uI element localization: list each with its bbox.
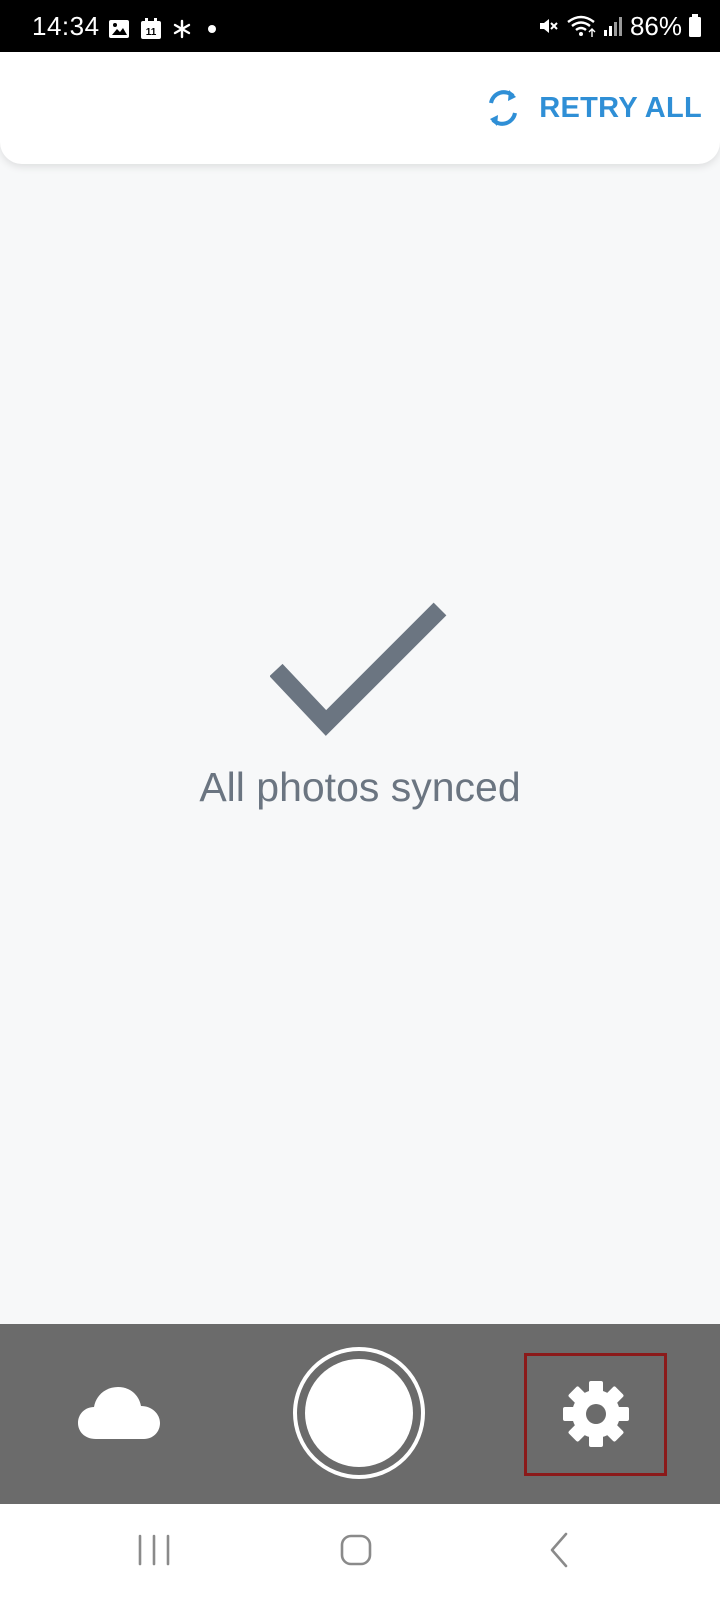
- recents-icon[interactable]: [134, 1530, 174, 1570]
- asterisk-icon: [173, 19, 191, 39]
- battery-icon: [689, 14, 701, 37]
- shutter-button[interactable]: [293, 1347, 425, 1479]
- calendar-icon: 11: [141, 18, 161, 39]
- mute-icon: [539, 19, 558, 33]
- retry-all-label: RETRY ALL: [539, 91, 702, 124]
- gallery-icon: [109, 20, 129, 38]
- cloud-button[interactable]: [78, 1381, 160, 1443]
- dot-icon: [208, 25, 216, 33]
- sync-icon: [489, 90, 518, 126]
- all-synced-message: All photos synced: [199, 764, 521, 810]
- wifi-icon: [567, 15, 596, 37]
- battery-percentage: 86%: [629, 11, 682, 41]
- status-bar: 14:34 11 86%: [0, 0, 720, 52]
- back-icon[interactable]: [540, 1530, 580, 1570]
- cloud-icon: [78, 1387, 160, 1439]
- top-app-bar: RETRY ALL: [0, 52, 720, 164]
- shutter-inner-circle: [305, 1359, 413, 1467]
- home-icon[interactable]: [336, 1530, 376, 1570]
- gear-icon: [563, 1381, 629, 1447]
- calendar-day-text: 11: [146, 27, 157, 38]
- retry-all-button[interactable]: RETRY ALL: [483, 80, 702, 136]
- signal-icon: [603, 17, 622, 36]
- system-navigation-bar: [0, 1504, 720, 1600]
- camera-action-bar: [0, 1324, 720, 1504]
- status-left-icons: 11: [108, 18, 222, 40]
- settings-button[interactable]: [524, 1353, 667, 1476]
- status-right-icons: 86%: [536, 11, 702, 41]
- status-time: 14:34: [32, 11, 100, 41]
- checkmark-icon: [270, 602, 447, 736]
